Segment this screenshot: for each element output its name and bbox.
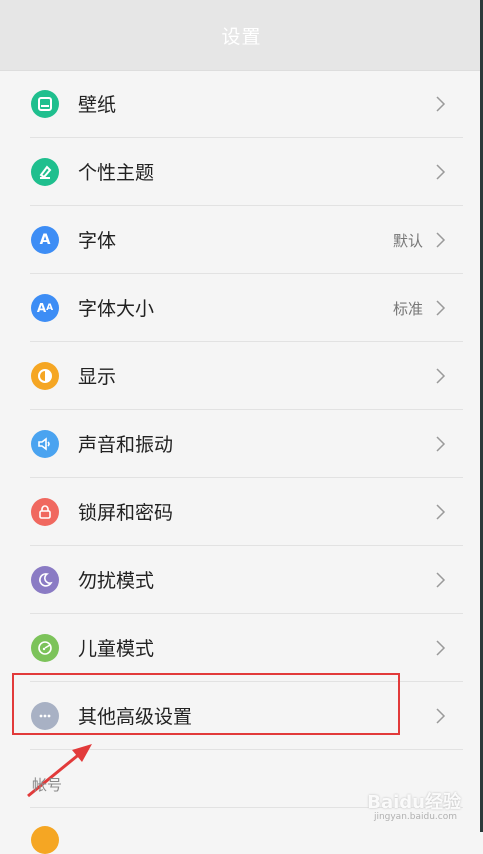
section-header-account: 帐号 [32, 776, 63, 794]
lock-icon [31, 498, 59, 526]
chevron-right-icon [436, 164, 446, 180]
child-icon [31, 634, 59, 662]
display-icon [31, 362, 59, 390]
chevron-right-icon [436, 572, 446, 588]
settings-row-theme[interactable]: 个性主题 [0, 138, 483, 206]
settings-row-kids-mode[interactable]: 儿童模式 [0, 614, 483, 682]
highlight-box [12, 673, 400, 735]
settings-row-label: 字体大小 [78, 298, 155, 320]
settings-row-font[interactable]: A 字体 默认 [0, 206, 483, 274]
chevron-right-icon [436, 504, 446, 520]
speaker-icon [31, 430, 59, 458]
settings-row-value: 默认 [392, 232, 423, 250]
settings-row-font-size[interactable]: AA 字体大小 标准 [0, 274, 483, 342]
settings-row-wallpaper[interactable]: 壁纸 [0, 70, 483, 138]
settings-row-label: 勿扰模式 [78, 570, 155, 592]
chevron-right-icon [436, 368, 446, 384]
settings-row-sound[interactable]: 声音和振动 [0, 410, 483, 478]
theme-brush-icon [31, 158, 59, 186]
chevron-right-icon [436, 96, 446, 112]
settings-row-label: 声音和振动 [78, 434, 174, 456]
app-header: 设置 [0, 0, 483, 71]
settings-row-do-not-disturb[interactable]: 勿扰模式 [0, 546, 483, 614]
watermark-logo: Baidu经验 [367, 792, 461, 813]
page-title: 设置 [221, 26, 262, 48]
settings-row-lock[interactable]: 锁屏和密码 [0, 478, 483, 546]
chevron-right-icon [436, 232, 446, 248]
settings-row-label: 锁屏和密码 [78, 502, 174, 524]
settings-row-label: 字体 [78, 230, 117, 252]
chevron-right-icon [436, 708, 446, 724]
settings-row-value: 标准 [392, 300, 423, 318]
settings-row-label: 个性主题 [78, 162, 155, 184]
chevron-right-icon [436, 300, 446, 316]
account-icon [31, 826, 59, 854]
settings-list: 壁纸 个性主题 A 字体 默认 AA 字体大小 标准 显示 声音和振动 锁屏和密… [0, 70, 483, 750]
settings-row-label: 壁纸 [78, 94, 117, 116]
chevron-right-icon [436, 436, 446, 452]
font-a-icon: A [31, 226, 59, 254]
chevron-right-icon [436, 640, 446, 656]
settings-row-label: 显示 [78, 366, 117, 388]
settings-row-display[interactable]: 显示 [0, 342, 483, 410]
settings-row-label: 儿童模式 [78, 638, 155, 660]
watermark-url: jingyan.baidu.com [373, 812, 457, 822]
wallpaper-icon [31, 90, 59, 118]
moon-icon [31, 566, 59, 594]
font-size-icon: AA [31, 294, 59, 322]
